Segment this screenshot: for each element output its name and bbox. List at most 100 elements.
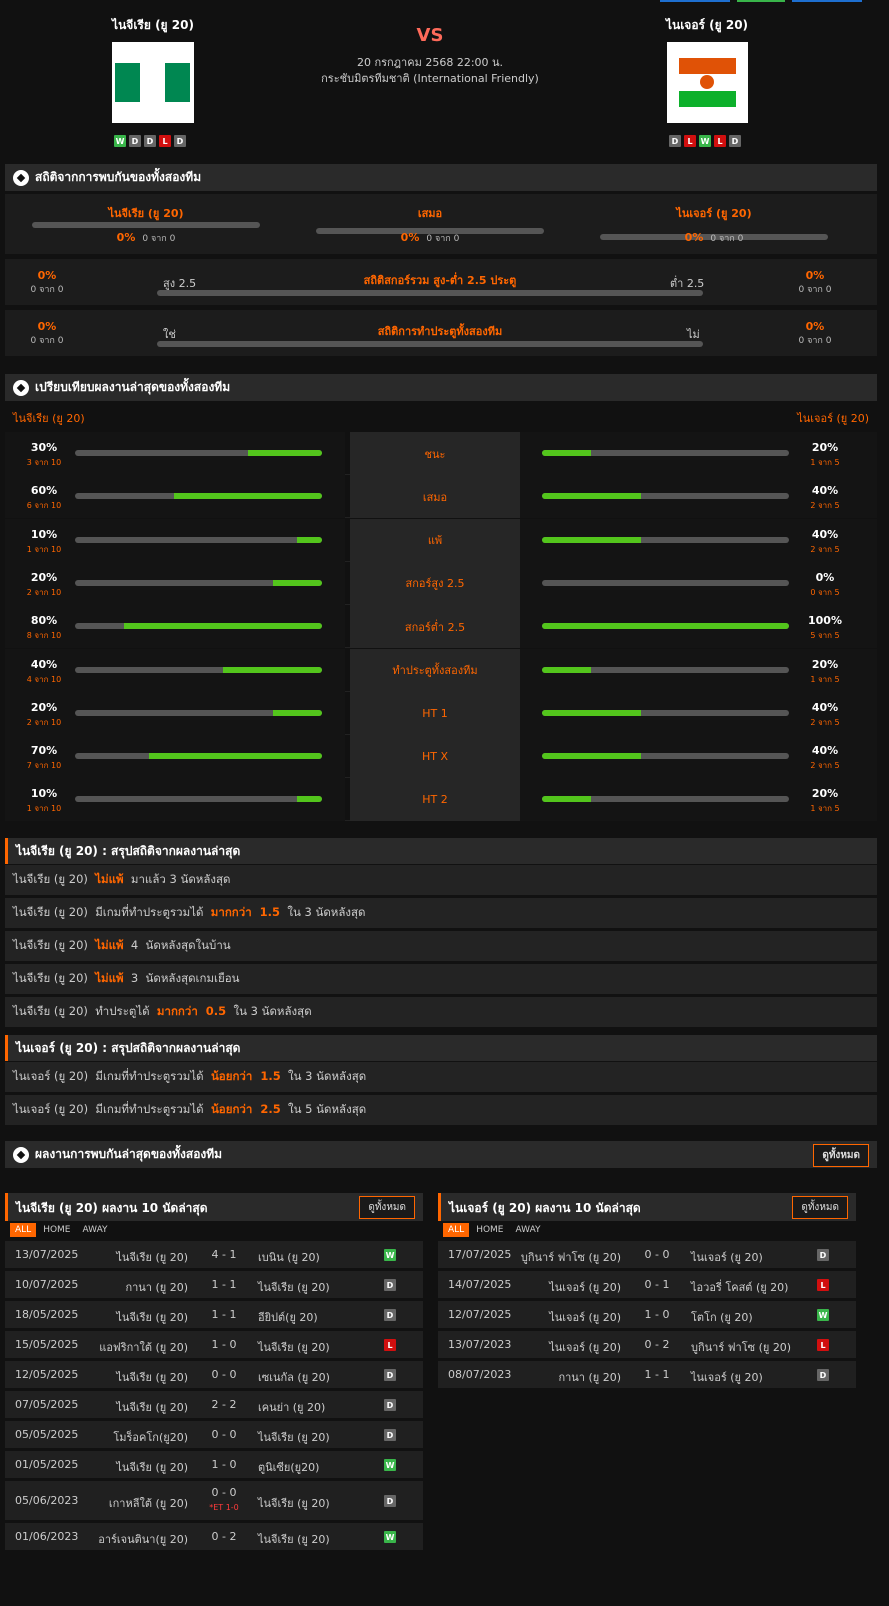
compare-row: 80% 8 จาก 10 สกอร์ต่ำ 2.5 100% 5 จาก 5 [5, 605, 877, 649]
compare-home-sub: 7 จาก 10 [26, 761, 62, 771]
compare-away-cell: 100% 5 จาก 5 [520, 605, 877, 649]
match-home-team[interactable]: โมร็อคโก(ยู20) [113, 1428, 188, 1446]
match-away-team[interactable]: อียิปต์(ยู 20) [258, 1308, 318, 1326]
match-away-team[interactable]: ไนเจอร์ (ยู 20) [691, 1248, 763, 1266]
match-date: 07/05/2025 [15, 1398, 79, 1411]
tab-home[interactable]: HOME [38, 1223, 75, 1237]
compare-away-sub: 2 จาก 5 [810, 717, 840, 727]
compare-home-pct: 20% [30, 700, 58, 714]
match-home-team[interactable]: เกาหลีใต้ (ยู 20) [109, 1494, 188, 1512]
compare-away-cell: 20% 1 จาก 5 [520, 432, 877, 475]
match-home-team[interactable]: ไนจีเรีย (ยู 20) [116, 1398, 188, 1416]
match-result-badge: L [384, 1339, 396, 1351]
match-away-team[interactable]: เซเนกัล (ยู 20) [258, 1368, 330, 1386]
away-recent-header: ไนเจอร์ (ยู 20) ผลงาน 10 นัดล่าสุด ดูทั้… [438, 1193, 856, 1221]
top-edge-button[interactable] [737, 0, 785, 2]
match-away-team[interactable]: ไนจีเรีย (ยู 20) [258, 1428, 330, 1446]
match-row[interactable]: 18/05/2025 ไนจีเรีย (ยู 20) 1 - 1 อียิปต์(ย… [5, 1301, 423, 1328]
match-row[interactable]: 13/07/2023 ไนเจอร์ (ยู 20) 0 - 2 บูกินาร์ ฟ… [438, 1331, 856, 1358]
match-home-team[interactable]: แอฟริกาใต้ (ยู 20) [99, 1338, 188, 1356]
match-home-team[interactable]: ไนเจอร์ (ยู 20) [549, 1278, 621, 1296]
away-team-name[interactable]: ไนเจอร์ (ยู 20) [646, 16, 768, 35]
compare-home-bar [75, 796, 322, 803]
match-home-team[interactable]: บูกินาร์ ฟาโซ (ยู 20) [521, 1248, 621, 1266]
summary-home-title: ไนจีเรีย (ยู 20) : สรุปสถิติจากผลงานล่าส… [16, 843, 241, 858]
compare-away-cell: 40% 2 จาก 5 [520, 735, 877, 779]
football-icon [13, 169, 29, 186]
compare-away-bar [542, 623, 789, 630]
match-away-team[interactable]: ไนจีเรีย (ยู 20) [258, 1494, 330, 1512]
match-away-team[interactable]: เบนิน (ยู 20) [258, 1248, 320, 1266]
compare-away-cell: 20% 1 จาก 5 [520, 648, 877, 692]
compare-away-cell: 40% 2 จาก 5 [520, 691, 877, 735]
match-away-team[interactable]: ไนจีเรีย (ยู 20) [258, 1278, 330, 1296]
compare-away-pct: 20% [811, 787, 839, 801]
tab-all[interactable]: ALL [10, 1223, 37, 1237]
match-date: 12/07/2025 [448, 1308, 512, 1321]
compare-home-bar [75, 493, 322, 500]
away-recent-view-all-button[interactable]: ดูทั้งหมด [792, 1196, 848, 1219]
match-away-team[interactable]: ไนจีเรีย (ยู 20) [258, 1530, 330, 1548]
h2h-stats-header: สถิติจากการพบกันของทั้งสองทีม [5, 164, 877, 191]
match-home-team[interactable]: อาร์เจนตินา(ยู 20) [98, 1530, 188, 1548]
tab-away[interactable]: AWAY [511, 1223, 546, 1237]
match-row[interactable]: 05/06/2023 เกาหลีใต้ (ยู 20) 0 - 0 ไนจีเรีย… [5, 1481, 423, 1520]
match-home-team[interactable]: ไนเจอร์ (ยู 20) [549, 1308, 621, 1326]
compare-label: HT X [350, 735, 520, 779]
home-recent-header: ไนจีเรีย (ยู 20) ผลงาน 10 นัดล่าสุด ดูทั… [5, 1193, 423, 1221]
tab-all[interactable]: ALL [443, 1223, 470, 1237]
compare-home-sub: 1 จาก 10 [26, 804, 62, 814]
summary-text: ไนจีเรีย (ยู 20) ทำประตูได้ [13, 1004, 157, 1018]
match-row[interactable]: 05/05/2025 โมร็อคโก(ยู20) 0 - 0 ไนจีเรีย (ย… [5, 1421, 423, 1448]
match-row[interactable]: 08/07/2023 กานา (ยู 20) 1 - 1 ไนเจอร์ (ยู 2… [438, 1361, 856, 1388]
h2h-view-all-button[interactable]: ดูทั้งหมด [813, 1144, 869, 1167]
match-away-team[interactable]: เคนย่า (ยู 20) [258, 1398, 325, 1416]
compare-home-cell: 70% 7 จาก 10 [5, 735, 345, 779]
match-row[interactable]: 01/05/2025 ไนจีเรีย (ยู 20) 1 - 0 ตูนิเซีย(… [5, 1451, 423, 1478]
match-away-team[interactable]: โตโก (ยู 20) [691, 1308, 753, 1326]
home-team-name[interactable]: ไนจีเรีย (ยู 20) [92, 16, 214, 35]
match-away-team[interactable]: ไนเจอร์ (ยู 20) [691, 1368, 763, 1386]
match-row[interactable]: 01/06/2023 อาร์เจนตินา(ยู 20) 0 - 2 ไนจีเรี… [5, 1523, 423, 1550]
match-score: 0 - 2 [211, 1530, 237, 1543]
match-away-team[interactable]: บูกินาร์ ฟาโซ (ยู 20) [691, 1338, 791, 1356]
compare-label: สกอร์สูง 2.5 [350, 561, 520, 605]
match-home-team[interactable]: ไนจีเรีย (ยู 20) [116, 1308, 188, 1326]
tab-home[interactable]: HOME [471, 1223, 508, 1237]
btts-bar [157, 341, 703, 347]
compare-away-sub: 1 จาก 5 [810, 804, 840, 814]
compare-home-bar [75, 450, 322, 456]
match-away-team[interactable]: ไนจีเรีย (ยู 20) [258, 1338, 330, 1356]
summary-row: ไนจีเรีย (ยู 20) ไม่แพ้ 4 นัดหลังสุดในบ้… [5, 931, 877, 961]
btts-left-pct: 0% [37, 320, 57, 333]
match-home-team[interactable]: กานา (ยู 20) [558, 1368, 621, 1386]
match-row[interactable]: 12/07/2025 ไนเจอร์ (ยู 20) 1 - 0 โตโก (ยู 2… [438, 1301, 856, 1328]
match-home-team[interactable]: ไนจีเรีย (ยู 20) [116, 1458, 188, 1476]
match-home-team[interactable]: ไนจีเรีย (ยู 20) [116, 1368, 188, 1386]
top-edge-button[interactable] [660, 0, 730, 2]
match-home-team[interactable]: กานา (ยู 20) [125, 1278, 188, 1296]
compare-home-bar-fill [247, 450, 322, 456]
compare-away-pct: 40% [811, 744, 839, 758]
top-edge-button[interactable] [792, 0, 862, 2]
match-row[interactable]: 07/05/2025 ไนจีเรีย (ยู 20) 2 - 2 เคนย่า (ย… [5, 1391, 423, 1418]
match-row[interactable]: 17/07/2025 บูกินาร์ ฟาโซ (ยู 20) 0 - 0 ไนเจ… [438, 1241, 856, 1268]
match-home-team[interactable]: ไนจีเรีย (ยู 20) [116, 1248, 188, 1266]
compare-away-pct: 40% [811, 700, 839, 714]
home-recent-view-all-button[interactable]: ดูทั้งหมด [359, 1196, 415, 1219]
summary-text: ไนจีเรีย (ยู 20) [13, 971, 96, 985]
match-away-team[interactable]: ตูนิเซีย(ยู20) [258, 1458, 319, 1476]
summary-text: ใน 3 นัดหลังสุด [280, 905, 366, 919]
compare-home-sub: 4 จาก 10 [26, 674, 62, 684]
match-away-team[interactable]: ไอวอรี่ โคสต์ (ยู 20) [691, 1278, 788, 1296]
match-row[interactable]: 13/07/2025 ไนจีเรีย (ยู 20) 4 - 1 เบนิน (ยู… [5, 1241, 423, 1268]
match-row[interactable]: 15/05/2025 แอฟริกาใต้ (ยู 20) 1 - 0 ไนจีเรี… [5, 1331, 423, 1358]
tab-away[interactable]: AWAY [78, 1223, 113, 1237]
match-result-badge: D [384, 1309, 396, 1321]
match-date: 13/07/2025 [15, 1248, 79, 1261]
match-row[interactable]: 12/05/2025 ไนจีเรีย (ยู 20) 0 - 0 เซเนกัล (… [5, 1361, 423, 1388]
match-home-team[interactable]: ไนเจอร์ (ยู 20) [549, 1338, 621, 1356]
compare-home-cell: 60% 6 จาก 10 [5, 475, 345, 519]
match-row[interactable]: 14/07/2025 ไนเจอร์ (ยู 20) 0 - 1 ไอวอรี่ โค… [438, 1271, 856, 1298]
match-row[interactable]: 10/07/2025 กานา (ยู 20) 1 - 1 ไนจีเรีย (ยู … [5, 1271, 423, 1298]
